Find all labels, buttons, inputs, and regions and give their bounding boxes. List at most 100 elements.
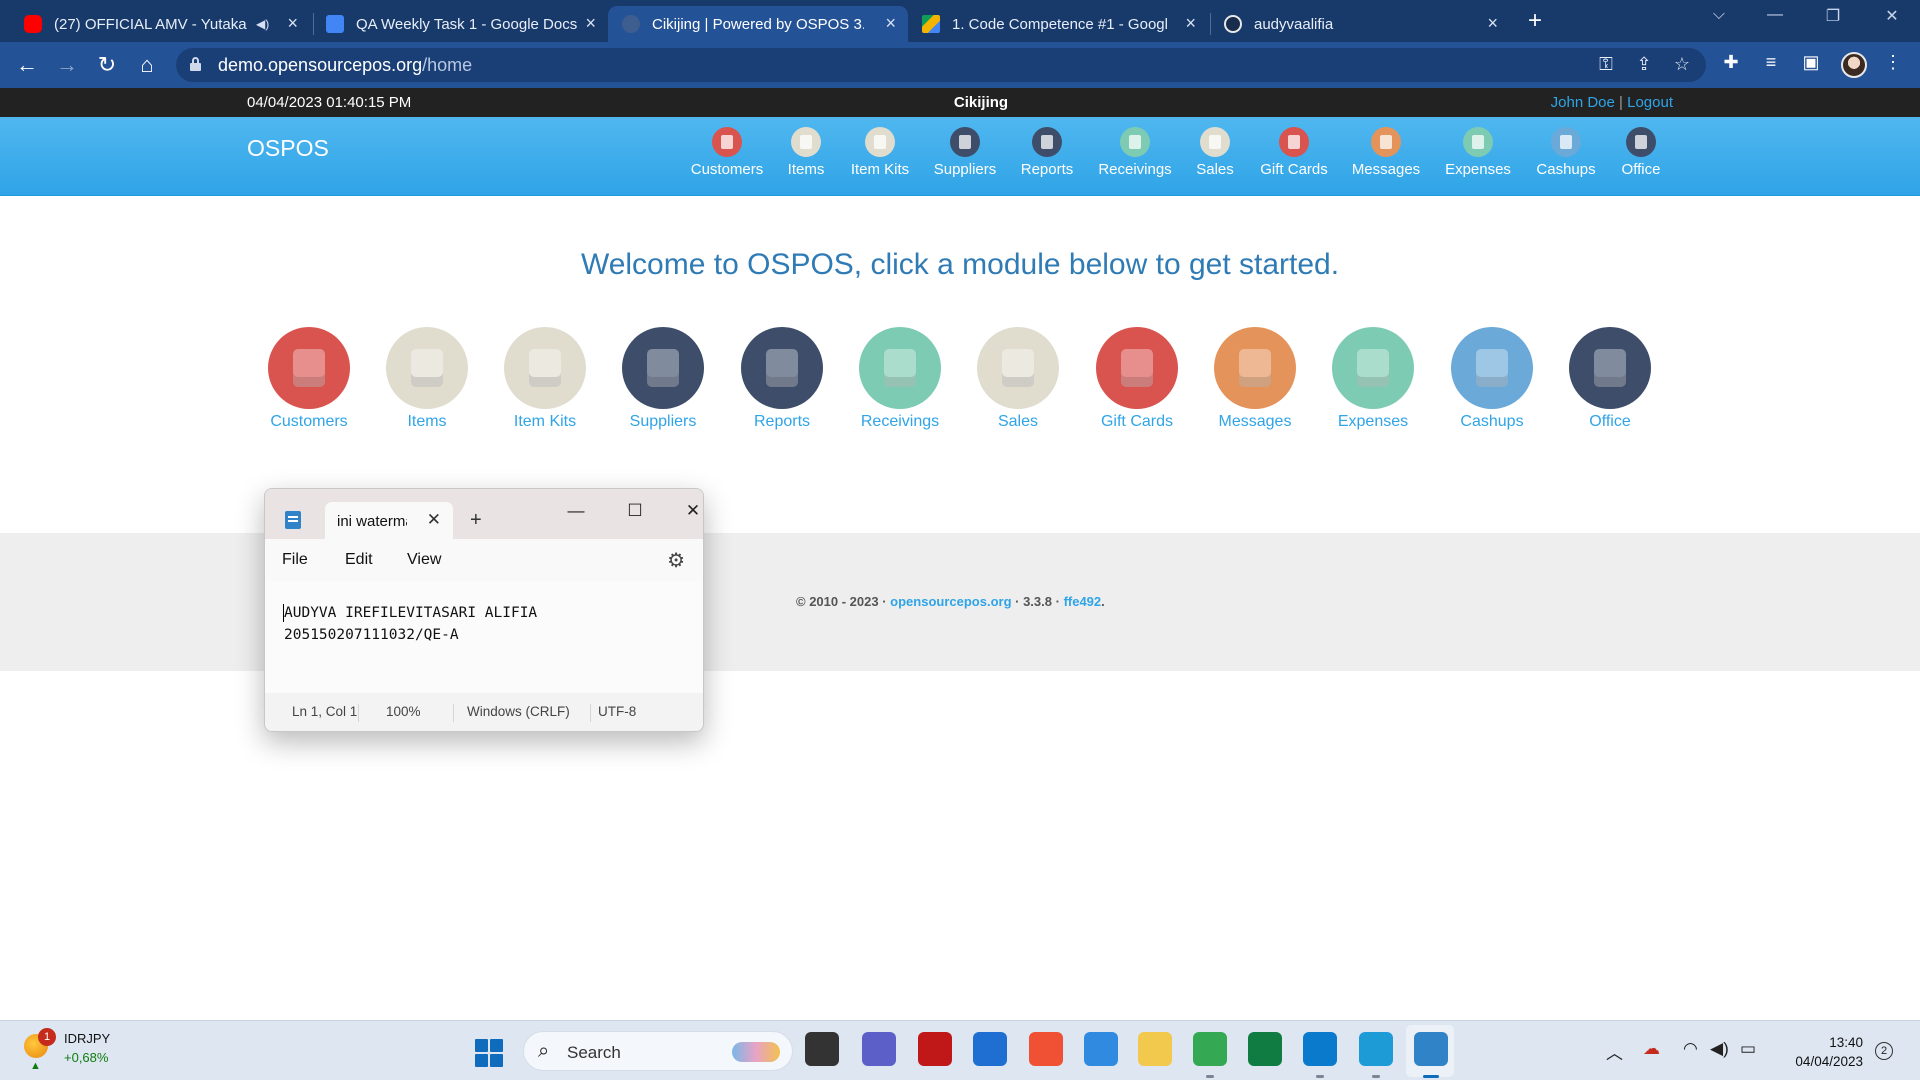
forward-arrow-icon[interactable]: → xyxy=(52,50,82,80)
module-reports[interactable]: Reports xyxy=(723,327,841,431)
taskbar-search-box[interactable]: ⌕ Search xyxy=(523,1031,793,1071)
notepad-window[interactable]: ini watermark ✕ + — ☐ ✕ File Edit View ⚙… xyxy=(264,488,704,732)
suppliers-icon[interactable] xyxy=(622,327,704,409)
reports-icon[interactable] xyxy=(741,327,823,409)
profile-avatar[interactable] xyxy=(1841,52,1867,78)
notepad-maximize-icon[interactable]: ☐ xyxy=(615,497,655,525)
wifi-icon[interactable]: ◠ xyxy=(1683,1039,1698,1059)
new-tab-button[interactable]: + xyxy=(1521,8,1549,36)
module-receivings[interactable]: Receivings xyxy=(841,327,959,431)
share-icon[interactable]: ⇪ xyxy=(1632,54,1656,75)
brand-logo[interactable]: OSPOS xyxy=(247,135,329,162)
show-hidden-icons-icon[interactable]: ︿ xyxy=(1606,1039,1623,1064)
module-expenses[interactable]: Expenses xyxy=(1314,327,1432,431)
module-suppliers[interactable]: Suppliers xyxy=(604,327,722,431)
mcafee-icon[interactable] xyxy=(918,1032,952,1066)
gift-cards-icon[interactable] xyxy=(1096,327,1178,409)
windows-start-icon[interactable] xyxy=(475,1039,503,1067)
task-view-icon[interactable] xyxy=(805,1032,839,1066)
browser-tab-github[interactable]: audyvaalifia × xyxy=(1210,6,1510,42)
module-customers[interactable]: Customers xyxy=(250,327,368,431)
restore-icon[interactable]: ❐ xyxy=(1813,6,1853,26)
close-tab-icon[interactable]: × xyxy=(1487,13,1498,34)
weather-stock-widget[interactable]: 1 ▲ IDRJPY +0,68% xyxy=(20,1028,130,1074)
module-label[interactable]: Item Kits xyxy=(514,413,576,431)
expenses-icon[interactable] xyxy=(1332,327,1414,409)
side-panel-icon[interactable]: ▣ xyxy=(1798,52,1824,73)
notepad-minimize-icon[interactable]: — xyxy=(556,497,596,525)
logout-link[interactable]: Logout xyxy=(1627,94,1673,111)
tab-search-icon[interactable]: ⌵ xyxy=(1699,6,1739,24)
browser-tab-google-docs[interactable]: QA Weekly Task 1 - Google Docs × xyxy=(312,6,608,42)
close-tab-icon[interactable]: × xyxy=(885,13,896,34)
notepad-titlebar[interactable]: ini watermark ✕ + — ☐ ✕ xyxy=(265,489,703,539)
module-label[interactable]: Suppliers xyxy=(630,413,697,431)
browser-tab-youtube[interactable]: (27) OFFICIAL AMV - Yutaka ◀) × xyxy=(10,6,310,42)
volume-icon[interactable]: ◀) xyxy=(1710,1039,1729,1059)
commit-link[interactable]: ffe492 xyxy=(1064,594,1102,609)
user-name-link[interactable]: John Doe xyxy=(1551,94,1615,111)
module-label[interactable]: Sales xyxy=(998,413,1038,431)
nav-item-sales[interactable]: Sales xyxy=(1175,127,1255,178)
onedrive-error-icon[interactable]: ☁ xyxy=(1643,1039,1660,1059)
notepad-icon[interactable] xyxy=(1414,1032,1448,1066)
notepad-content[interactable]: AUDYVA IREFILEVITASARI ALIFIA 2051502071… xyxy=(284,602,537,646)
close-tab-icon[interactable]: × xyxy=(585,13,596,34)
module-label[interactable]: Gift Cards xyxy=(1101,413,1173,431)
more-menu-icon[interactable]: ⋮ xyxy=(1880,52,1906,73)
office-icon[interactable] xyxy=(1569,327,1651,409)
menu-file[interactable]: File xyxy=(282,551,308,569)
close-window-icon[interactable]: ✕ xyxy=(1872,6,1912,26)
customers-icon[interactable] xyxy=(268,327,350,409)
module-label[interactable]: Expenses xyxy=(1338,413,1408,431)
module-label[interactable]: Items xyxy=(407,413,446,431)
minimize-icon[interactable]: — xyxy=(1755,6,1795,24)
notepad-tab[interactable]: ini watermark ✕ xyxy=(325,502,453,539)
vscode-icon[interactable] xyxy=(1303,1032,1337,1066)
close-tab-icon[interactable]: × xyxy=(287,13,298,34)
module-office[interactable]: Office xyxy=(1551,327,1669,431)
module-label[interactable]: Receivings xyxy=(861,413,939,431)
sales-icon[interactable] xyxy=(977,327,1059,409)
module-cashups[interactable]: Cashups xyxy=(1433,327,1551,431)
receivings-icon[interactable] xyxy=(859,327,941,409)
module-label[interactable]: Customers xyxy=(270,413,347,431)
notepad-text-area[interactable]: AUDYVA IREFILEVITASARI ALIFIA 2051502071… xyxy=(265,581,703,693)
module-messages[interactable]: Messages xyxy=(1196,327,1314,431)
chrome-icon[interactable] xyxy=(1193,1032,1227,1066)
nav-item-cashups[interactable]: Cashups xyxy=(1526,127,1606,178)
cashups-icon[interactable] xyxy=(1451,327,1533,409)
module-label[interactable]: Reports xyxy=(754,413,810,431)
browser-tab-google-drive[interactable]: 1. Code Competence #1 - Google Drive × xyxy=(908,6,1208,42)
home-icon[interactable]: ⌂ xyxy=(132,50,162,80)
bookmark-star-icon[interactable]: ☆ xyxy=(1670,54,1694,75)
media-control-icon[interactable]: ≡ xyxy=(1758,52,1784,73)
git-icon[interactable] xyxy=(1029,1032,1063,1066)
items-icon[interactable] xyxy=(386,327,468,409)
notepad-close-icon[interactable]: ✕ xyxy=(673,497,703,525)
browser-tab-ospos[interactable]: Cikijing | Powered by OSPOS 3.3.8 × xyxy=(608,6,908,42)
item-kits-icon[interactable] xyxy=(504,327,586,409)
nav-item-gift-cards[interactable]: Gift Cards xyxy=(1254,127,1334,178)
taskbar-clock[interactable]: 13:40 04/04/2023 xyxy=(1766,1033,1863,1071)
microsoft-store-icon[interactable] xyxy=(973,1032,1007,1066)
lock-icon[interactable] xyxy=(190,57,201,71)
nav-item-receivings[interactable]: Receivings xyxy=(1095,127,1175,178)
nav-item-item-kits[interactable]: Item Kits xyxy=(840,127,920,178)
extensions-icon[interactable]: ✚ xyxy=(1718,52,1744,73)
module-sales[interactable]: Sales xyxy=(959,327,1077,431)
module-label[interactable]: Office xyxy=(1589,413,1631,431)
teams-chat-icon[interactable] xyxy=(1084,1032,1118,1066)
close-tab-icon[interactable]: ✕ xyxy=(427,510,441,530)
close-tab-icon[interactable]: × xyxy=(1185,13,1196,34)
menu-edit[interactable]: Edit xyxy=(345,551,373,569)
messages-icon[interactable] xyxy=(1214,327,1296,409)
battery-icon[interactable]: ▭ xyxy=(1740,1039,1756,1059)
audio-playing-icon[interactable]: ◀) xyxy=(256,17,269,31)
file-explorer-icon[interactable] xyxy=(1138,1032,1172,1066)
nav-item-suppliers[interactable]: Suppliers xyxy=(925,127,1005,178)
teams-meet-icon[interactable] xyxy=(862,1032,896,1066)
nav-item-expenses[interactable]: Expenses xyxy=(1438,127,1518,178)
nav-item-customers[interactable]: Customers xyxy=(687,127,767,178)
nav-item-items[interactable]: Items xyxy=(766,127,846,178)
